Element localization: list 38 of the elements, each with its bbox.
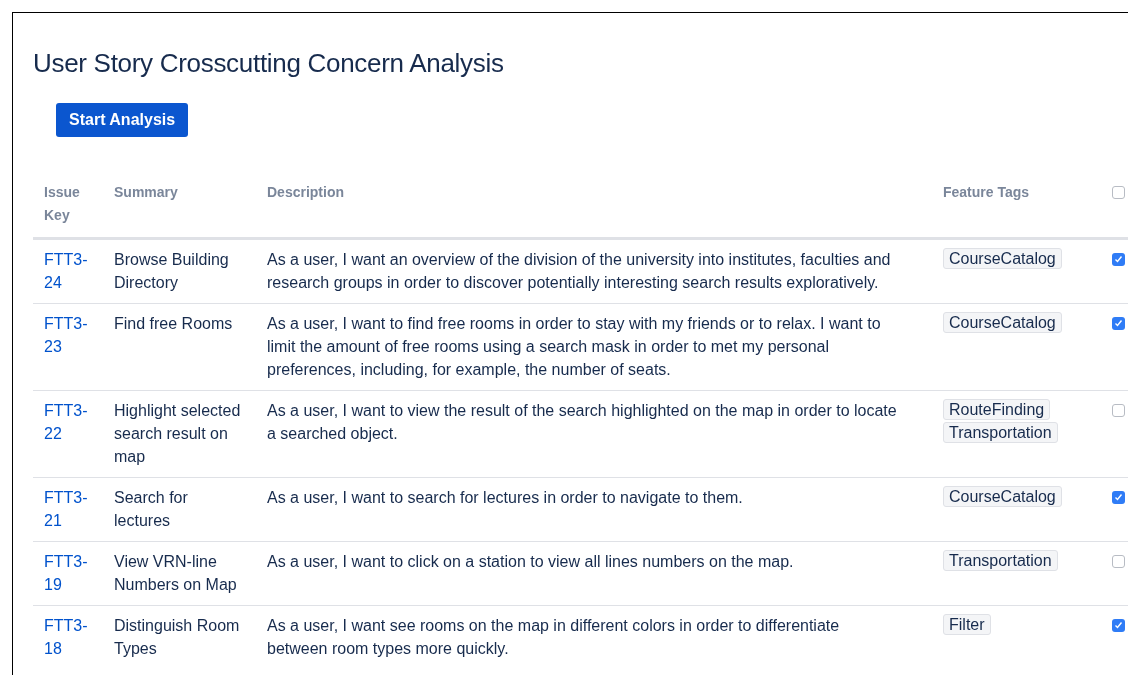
- issue-key-link[interactable]: FTT3-23: [44, 312, 86, 358]
- description-cell-text: As a user, I want see rooms on the map in different colors in order to differentiate between room types more quickly.: [267, 616, 841, 659]
- column-header: Summary: [114, 183, 179, 202]
- feature-tag: Filter: [943, 614, 991, 635]
- summary-cell-text: Highlight selected search result on map: [114, 401, 242, 467]
- checkbox[interactable]: [1112, 404, 1125, 417]
- description-cell-text: As a user, I want an overview of the division of the university into institutes, faculties and research groups in order to discover potentially interesting search results exploratively.: [267, 250, 892, 293]
- feature-tag: RouteFinding: [943, 399, 1051, 420]
- description-cell-text: As a user, I want to search for lectures in order to navigate to them.: [267, 488, 744, 508]
- column-header: Feature Tags: [943, 183, 1031, 202]
- page-title: User Story Crosscutting Concern Analysis: [33, 47, 505, 79]
- summary-cell-text: View VRN-line Numbers on Map: [114, 552, 238, 595]
- checkbox[interactable]: [1112, 317, 1125, 330]
- summary-cell-text: Distinguish Room Types: [114, 616, 241, 659]
- issue-key-link[interactable]: FTT3-18: [44, 614, 86, 660]
- issue-key-link[interactable]: FTT3-24: [44, 248, 86, 294]
- checkbox[interactable]: [1112, 491, 1125, 504]
- checkbox[interactable]: [1112, 186, 1125, 199]
- feature-tag: Transportation: [943, 550, 1058, 571]
- summary-cell-text: Find free Rooms: [114, 314, 234, 334]
- feature-tag: CourseCatalog: [943, 312, 1062, 333]
- description-cell-text: As a user, I want to view the result of the search highlighted on the map in order to locate a searched object.: [267, 401, 898, 444]
- summary-cell-text: Search for lectures: [114, 488, 189, 531]
- feature-tag: CourseCatalog: [943, 486, 1062, 507]
- column-header: Issue Key: [44, 183, 81, 225]
- description-cell-text: As a user, I want to find free rooms in order to stay with my friends or to relax. I want to limit the amount of free rooms using a search mask in order to met my personal preferences, including, for example, the number of seats.: [267, 314, 882, 380]
- start-analysis-button[interactable]: Start Analysis: [56, 103, 189, 137]
- checkbox[interactable]: [1112, 555, 1125, 568]
- column-header: Description: [267, 183, 345, 202]
- checkbox[interactable]: [1112, 253, 1125, 266]
- description-cell-text: As a user, I want to click on a station to view all lines numbers on the map.: [267, 552, 795, 572]
- issue-key-link[interactable]: FTT3-19: [44, 550, 86, 596]
- feature-tag: CourseCatalog: [943, 248, 1062, 269]
- issue-key-link[interactable]: FTT3-21: [44, 486, 86, 532]
- summary-cell-text: Browse Building Directory: [114, 250, 230, 293]
- issue-key-link[interactable]: FTT3-22: [44, 399, 86, 445]
- checkbox[interactable]: [1112, 619, 1125, 632]
- feature-tag: Transportation: [943, 422, 1058, 443]
